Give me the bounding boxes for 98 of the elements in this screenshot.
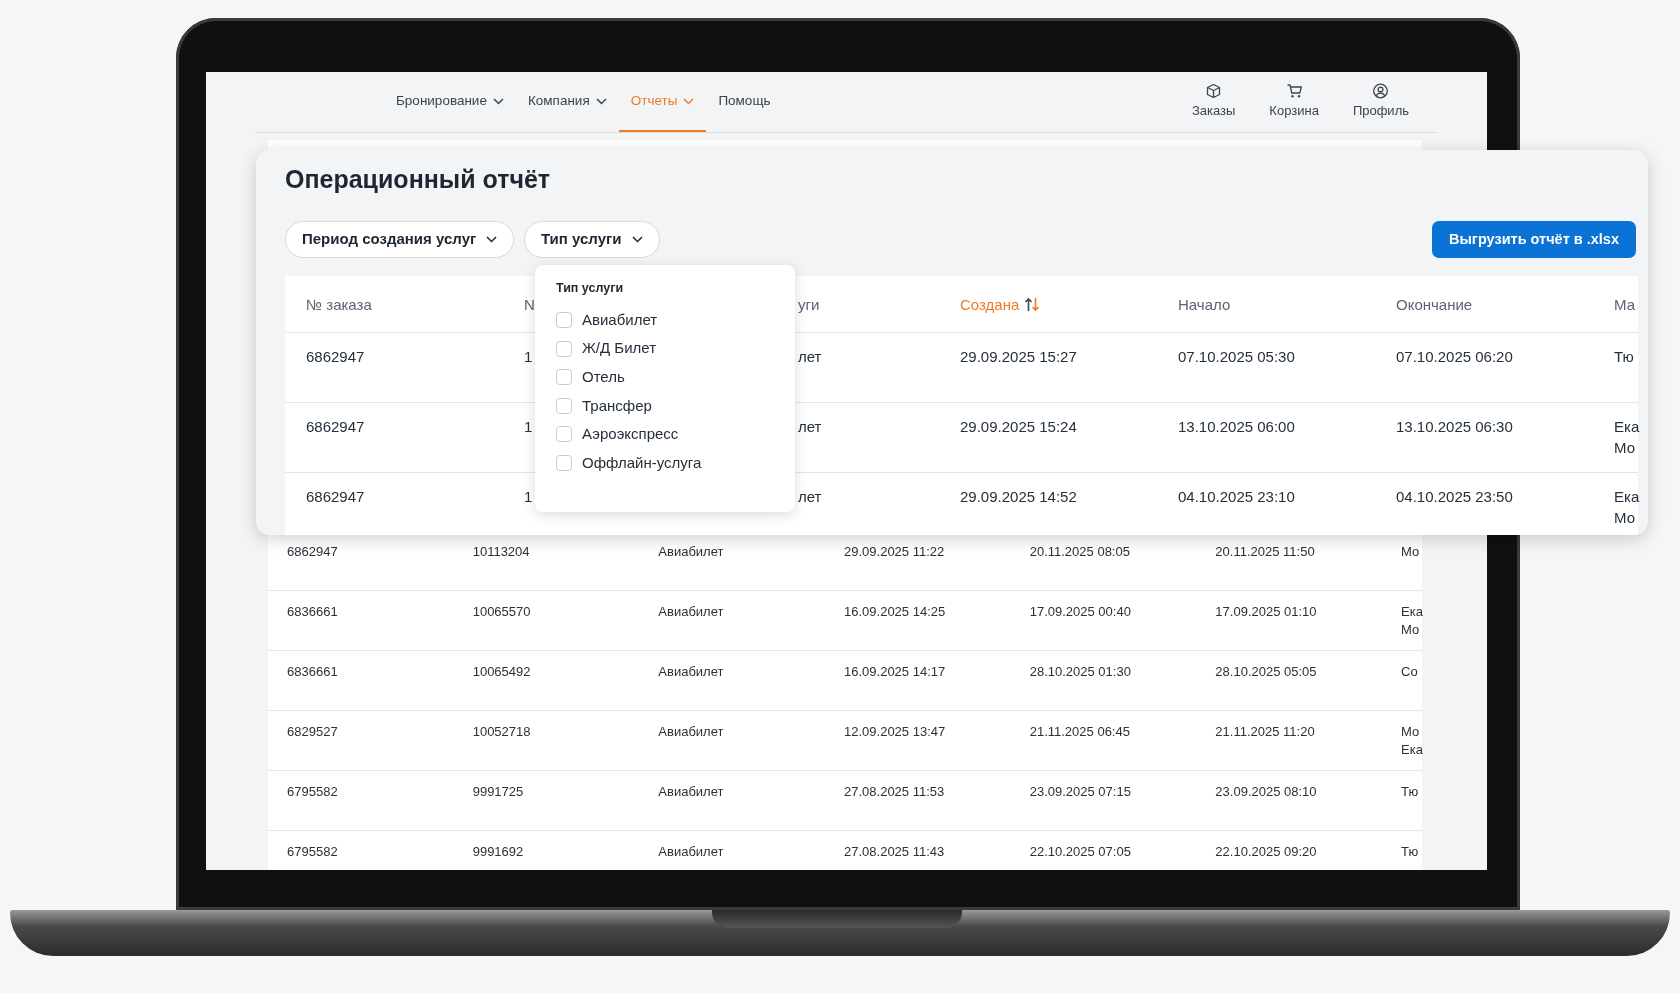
table-cell: 6795582 [287,784,338,799]
table-cell: Авиабилет [658,784,724,799]
table-cell: 20.11.2025 08:05 [1029,544,1130,559]
table-cell: 17.09.2025 00:40 [1029,604,1131,619]
checkbox[interactable] [556,312,572,329]
table-cell: 10065492 [472,664,531,679]
table-cell: лет [798,348,822,365]
nav-tab[interactable]: Компания [515,72,619,132]
table-cell: 9991725 [472,784,524,799]
table-cell: 21.11.2025 11:20 [1215,724,1315,739]
table-cell: Авиабилет [658,724,724,739]
menu-option[interactable]: Авиабилет [556,305,774,335]
table-cell: 22.10.2025 07:05 [1029,844,1131,859]
checkbox[interactable] [556,340,572,357]
table-cell: лет [798,418,822,435]
menu-option[interactable]: Аэроэкспресс [556,420,774,449]
table-cell: Авиабилет [658,544,724,559]
table-cell: 6836661 [287,664,338,679]
checkbox[interactable] [556,455,572,471]
table-cell: 28.10.2025 01:30 [1029,664,1131,679]
nav-tab[interactable]: Бронирование [384,72,516,132]
table-cell: 1 [524,418,533,435]
nav-tab[interactable]: Помощь [706,72,783,132]
table-cell: 6862947 [306,418,365,435]
table-cell: Мо [1401,544,1420,559]
table-cell: 29.09.2025 15:27 [960,348,1077,365]
table-cell: 17.09.2025 01:10 [1215,604,1317,619]
table-cell: 1 [524,348,533,365]
table-cell: Мо Ека [1401,724,1423,757]
filter-dropdown[interactable]: Период создания услуг [285,221,515,258]
table-cell: 6862947 [306,348,365,365]
table-cell: Ека Мо [1614,418,1640,456]
menu-option[interactable]: Оффлайн-услуга [556,448,774,478]
table-cell: 27.08.2025 11:43 [844,844,945,859]
menu-option[interactable]: Отель [556,362,774,392]
menu-option[interactable]: Ж/Д Билет [556,334,774,363]
column-header: уги [797,294,821,315]
table-cell: 29.09.2025 15:24 [960,418,1077,435]
table-cell: 6795582 [287,844,338,859]
table-cell: Авиабилет [658,664,724,679]
table-cell: 04.10.2025 23:10 [1178,488,1295,505]
profile-icon [1372,83,1390,100]
table-cell: Ека Мо [1614,488,1640,526]
box-icon [1205,83,1223,100]
table-cell: 10113204 [472,544,530,559]
table-cell: 07.10.2025 05:30 [1178,348,1295,365]
table-cell: 13.10.2025 06:30 [1396,418,1513,435]
table-cell: лет [798,488,822,505]
column-header: Окончание [1395,294,1474,315]
column-header: № заказа [305,294,373,315]
column-header: N [523,294,536,315]
nav-action-button[interactable]: Корзина [1263,82,1325,122]
table-cell: Тю [1401,844,1419,859]
column-header: Ма [1613,294,1636,315]
table-cell: 23.09.2025 08:10 [1215,784,1317,799]
table-cell: 29.09.2025 14:52 [960,488,1077,505]
table-cell: 6836661 [287,604,338,619]
table-cell: 6862947 [287,544,338,559]
table-cell: Авиабилет [658,844,724,859]
table-cell: 9991692 [472,844,524,859]
filter-dropdown[interactable]: Тип услуги [524,221,660,258]
table-cell: 6862947 [306,488,365,505]
column-header: Начало [1177,294,1232,315]
table-cell: 1 [524,488,533,505]
nav-action-button[interactable]: Профиль [1346,82,1415,122]
chevron-icon [486,236,498,243]
table-cell: 21.11.2025 06:45 [1029,724,1130,739]
table-cell: 22.10.2025 09:20 [1215,844,1317,859]
table-cell: 12.09.2025 13:47 [844,724,946,739]
table-cell: 04.10.2025 23:50 [1396,488,1513,505]
checkbox[interactable] [556,369,572,386]
table-cell: Ека Мо [1401,604,1423,637]
table-cell: 6829527 [287,724,338,739]
checkbox[interactable] [556,426,572,443]
report-title: Операционный отчёт [285,164,551,194]
table-cell: 16.09.2025 14:17 [844,664,946,679]
table-cell: 16.09.2025 14:25 [844,604,946,619]
menu-title: Тип услуги [556,280,625,297]
chevron-icon [631,236,643,243]
table-cell: 27.08.2025 11:53 [844,784,945,799]
table-cell: 23.09.2025 07:15 [1029,784,1131,799]
table-cell: Со [1401,664,1418,679]
table-cell: 10065570 [472,604,531,619]
table-cell: Тю [1401,784,1419,799]
table-cell: 10052718 [472,724,531,739]
table-cell: Авиабилет [658,604,724,619]
cart-icon [1285,83,1303,100]
checkbox[interactable] [556,397,572,414]
table-cell: Тю [1614,348,1634,365]
table-cell: 13.10.2025 06:00 [1178,418,1295,435]
nav-action-button[interactable]: Заказы [1185,82,1242,122]
menu-option[interactable]: Трансфер [556,391,774,421]
table-cell: 20.11.2025 11:50 [1215,544,1315,559]
table-cell: 07.10.2025 06:20 [1396,348,1513,365]
table-cell: 29.09.2025 11:22 [844,544,945,559]
export-button[interactable]: Выгрузить отчёт в .xlsx [1432,221,1636,258]
sort-icon [1024,296,1041,312]
table-cell: 28.10.2025 05:05 [1215,664,1317,679]
